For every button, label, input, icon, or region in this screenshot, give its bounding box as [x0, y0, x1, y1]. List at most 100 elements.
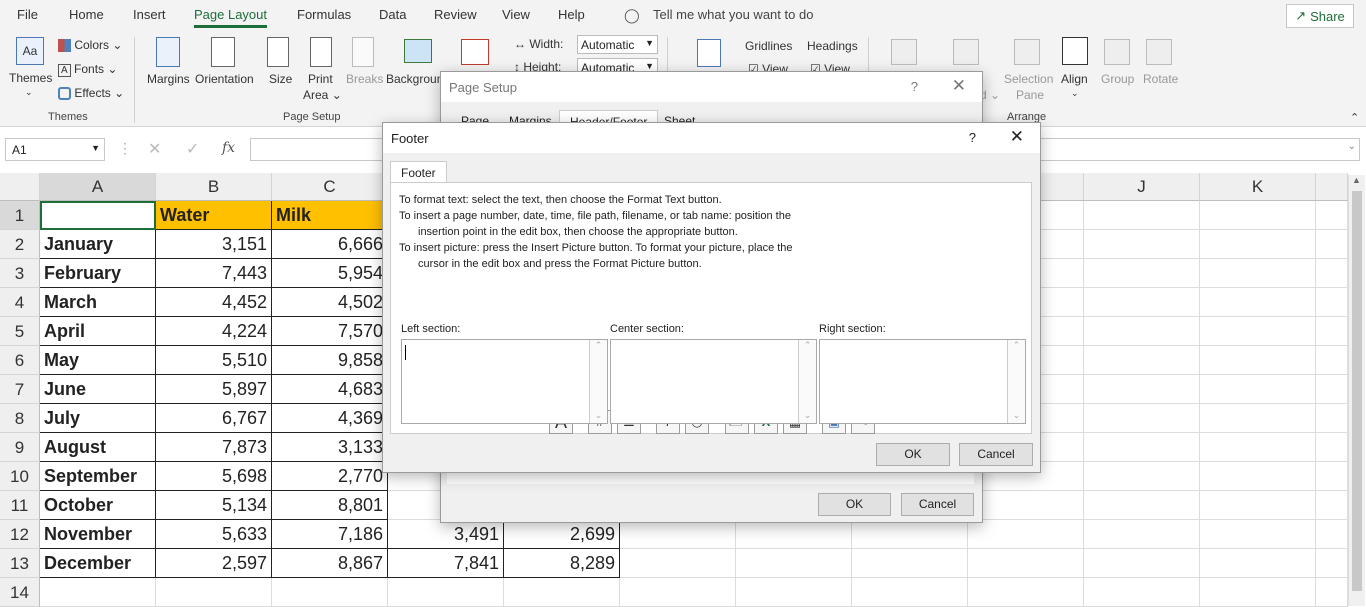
cell-e[interactable]: 3,491 [388, 520, 504, 549]
cell-a[interactable]: April [40, 317, 156, 346]
themes-button[interactable]: Themes [9, 71, 52, 85]
scroll-down-icon[interactable]: ⌄ [799, 410, 816, 421]
cell-f[interactable]: 2,699 [504, 520, 620, 549]
row-header[interactable]: 10 [0, 462, 40, 491]
effects-button[interactable]: Effects ⌄ [58, 86, 124, 101]
tab-formulas[interactable]: Formulas [297, 7, 351, 22]
row-header[interactable]: 3 [0, 259, 40, 288]
cell-c[interactable]: 5,954 [272, 259, 388, 288]
cell-empty[interactable] [1316, 230, 1348, 259]
cell-b[interactable]: 7,443 [156, 259, 272, 288]
send-backward-icon[interactable] [953, 39, 979, 65]
cell-empty[interactable] [1316, 375, 1348, 404]
cell-empty[interactable] [1200, 578, 1316, 607]
cell-a[interactable] [40, 578, 156, 607]
cell-c[interactable]: 2,770 [272, 462, 388, 491]
select-all-corner[interactable] [0, 173, 40, 201]
cell-empty[interactable] [1316, 346, 1348, 375]
cell-empty[interactable] [1200, 462, 1316, 491]
cell-empty[interactable] [1200, 549, 1316, 578]
cell-empty[interactable] [620, 520, 736, 549]
row-header[interactable]: 6 [0, 346, 40, 375]
cell-b[interactable] [156, 578, 272, 607]
cell-c[interactable]: 9,858 [272, 346, 388, 375]
cell-empty[interactable] [1200, 317, 1316, 346]
themes-icon[interactable]: Aa [16, 37, 44, 65]
cell-a[interactable]: September [40, 462, 156, 491]
cell-b[interactable]: 2,597 [156, 549, 272, 578]
tab-data[interactable]: Data [379, 7, 406, 22]
cell-empty[interactable] [1084, 578, 1200, 607]
cell-empty[interactable] [852, 520, 968, 549]
cell-a[interactable]: March [40, 288, 156, 317]
cell-c[interactable]: Milk [272, 201, 388, 230]
size-button[interactable]: Size [269, 72, 292, 86]
chevron-down-icon[interactable]: ⌄ [1348, 141, 1356, 152]
cell-empty[interactable] [620, 549, 736, 578]
column-header-j[interactable]: J [1084, 173, 1200, 201]
cell-empty[interactable] [968, 578, 1084, 607]
breaks-button[interactable]: Breaks [346, 72, 383, 86]
cell-c[interactable]: 3,133 [272, 433, 388, 462]
row-header[interactable]: 1 [0, 201, 40, 230]
cell-b[interactable]: 4,224 [156, 317, 272, 346]
cell-b[interactable]: Water [156, 201, 272, 230]
scroll-up-icon[interactable]: ⌃ [799, 340, 816, 351]
enter-icon[interactable]: ✓ [186, 139, 199, 159]
cell-empty[interactable] [1316, 549, 1348, 578]
row-header[interactable]: 5 [0, 317, 40, 346]
background-button[interactable]: Backgroun [386, 72, 443, 86]
bring-forward-icon[interactable] [891, 39, 917, 65]
cell-a[interactable]: May [40, 346, 156, 375]
align-button[interactable]: Align [1061, 72, 1088, 86]
tab-footer[interactable]: Footer [390, 161, 447, 184]
cell-b[interactable]: 5,897 [156, 375, 272, 404]
tab-help[interactable]: Help [558, 7, 585, 22]
cell-empty[interactable] [1084, 433, 1200, 462]
scroll-up-icon[interactable]: ▲ [1352, 175, 1361, 185]
cell-empty[interactable] [1084, 491, 1200, 520]
cell-empty[interactable] [1084, 201, 1200, 230]
cell-a[interactable] [40, 201, 156, 230]
collapse-ribbon-icon[interactable]: ⌃ [1350, 111, 1359, 124]
cell-b[interactable]: 7,873 [156, 433, 272, 462]
cell-f[interactable] [504, 578, 620, 607]
cell-empty[interactable] [1084, 230, 1200, 259]
tab-insert[interactable]: Insert [133, 7, 166, 22]
cell-empty[interactable] [1316, 201, 1348, 230]
selection-pane-button[interactable]: Selection [1004, 72, 1053, 86]
cell-empty[interactable] [620, 578, 736, 607]
cell-empty[interactable] [1084, 520, 1200, 549]
cell-a[interactable]: November [40, 520, 156, 549]
cell-a[interactable]: October [40, 491, 156, 520]
row-header[interactable]: 11 [0, 491, 40, 520]
cell-empty[interactable] [736, 520, 852, 549]
cell-empty[interactable] [1084, 375, 1200, 404]
close-icon[interactable]: ✕ [1010, 127, 1024, 147]
cell-empty[interactable] [968, 549, 1084, 578]
cell-empty[interactable] [1200, 491, 1316, 520]
column-header-k[interactable]: K [1200, 173, 1316, 201]
row-header[interactable]: 13 [0, 549, 40, 578]
cell-empty[interactable] [1200, 230, 1316, 259]
cell-empty[interactable] [1200, 433, 1316, 462]
cell-c[interactable]: 7,186 [272, 520, 388, 549]
fonts-button[interactable]: A Fonts ⌄ [58, 62, 117, 77]
cell-b[interactable]: 5,698 [156, 462, 272, 491]
row-header[interactable]: 14 [0, 578, 40, 607]
cell-b[interactable]: 5,510 [156, 346, 272, 375]
tab-home[interactable]: Home [69, 7, 104, 22]
print-titles-icon[interactable] [461, 39, 489, 65]
cell-c[interactable]: 7,570 [272, 317, 388, 346]
tab-file[interactable]: File [17, 7, 38, 22]
cell-empty[interactable] [736, 549, 852, 578]
cell-empty[interactable] [1316, 317, 1348, 346]
cell-empty[interactable] [1200, 259, 1316, 288]
cell-a[interactable]: June [40, 375, 156, 404]
scale-icon[interactable] [697, 39, 721, 67]
page-setup-ok-button[interactable]: OK [818, 493, 891, 516]
cell-empty[interactable] [968, 491, 1084, 520]
cell-c[interactable] [272, 578, 388, 607]
cell-c[interactable]: 6,666 [272, 230, 388, 259]
row-header[interactable]: 4 [0, 288, 40, 317]
